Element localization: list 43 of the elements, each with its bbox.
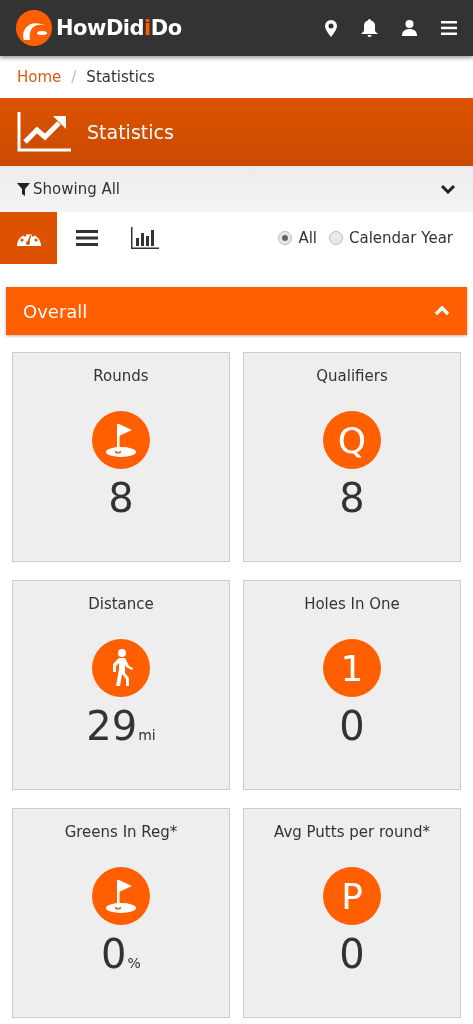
letter-badge: Q (323, 411, 381, 469)
dashboard-tab[interactable] (0, 212, 57, 264)
menu-icon[interactable] (441, 21, 457, 35)
stat-value: 0 (101, 931, 127, 977)
bar-chart-icon (130, 227, 159, 249)
radio-button[interactable] (329, 231, 343, 245)
filter-icon (17, 182, 30, 196)
stat-value: 8 (339, 475, 365, 521)
stat-value: 8 (108, 475, 134, 521)
list-icon (75, 229, 98, 247)
breadcrumb-separator: / (71, 68, 77, 86)
flag-icon (92, 867, 150, 925)
flag-icon (92, 411, 150, 469)
radio-button[interactable] (278, 231, 293, 245)
walker-icon (92, 639, 150, 697)
stat-title: Rounds (93, 367, 149, 385)
logo-icon (16, 10, 52, 46)
chevron-icon (440, 184, 456, 194)
letter-badge: 1 (323, 639, 381, 697)
stat-value: 0 (339, 931, 365, 977)
stat-unit: mi (138, 727, 156, 743)
letter-badge: P (323, 867, 381, 925)
stat-value: 0 (339, 703, 365, 749)
brand-name: HowDidiDo (56, 16, 182, 40)
chevron-icon (434, 306, 450, 316)
stat-title: Avg Putts per round* (274, 823, 430, 841)
radio-label: Calendar Year (349, 229, 453, 247)
location-pin-icon[interactable] (325, 19, 337, 37)
stat-unit: % (127, 955, 141, 971)
stat-title: Holes In One (304, 595, 400, 613)
radio-label: All (298, 229, 317, 247)
stat-value: 29 (86, 703, 138, 749)
breadcrumb-link[interactable]: Home (17, 68, 62, 86)
bell-icon[interactable] (361, 19, 378, 37)
filter-bar[interactable]: Showing All (0, 166, 473, 212)
stat-title: Qualifiers (316, 367, 388, 385)
stat-title: Distance (88, 595, 154, 613)
stat-title: Greens In Reg* (64, 823, 178, 841)
section-header[interactable]: Overall (6, 287, 467, 335)
breadcrumb-current: Statistics (86, 68, 155, 86)
user-icon[interactable] (402, 20, 417, 36)
trend-chart-icon (17, 112, 71, 152)
page-title: Statistics (87, 121, 174, 143)
